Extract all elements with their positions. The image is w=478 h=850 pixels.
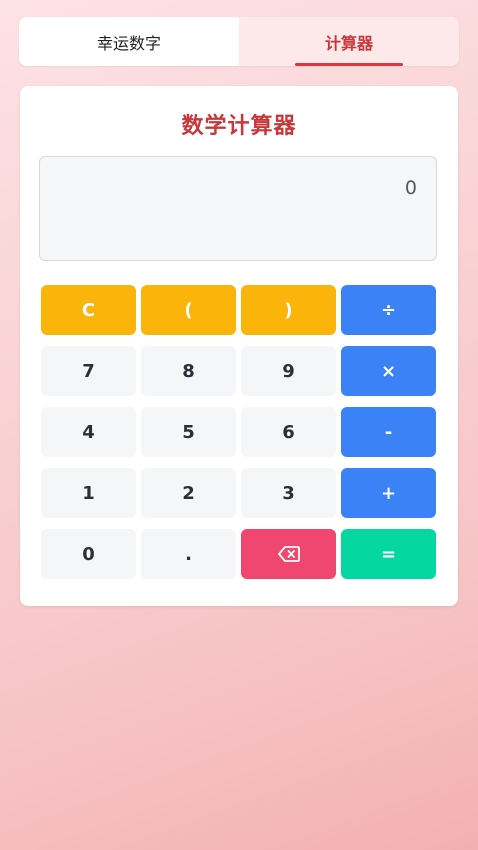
- right-paren-button[interactable]: ): [241, 285, 336, 335]
- subtract-button[interactable]: -: [341, 407, 436, 457]
- display-value: 0: [404, 177, 417, 199]
- decimal-button[interactable]: .: [141, 529, 236, 579]
- tab-lucky-numbers-label: 幸运数字: [96, 33, 161, 53]
- digit-6-button[interactable]: 6: [241, 407, 336, 457]
- left-paren-button[interactable]: (: [141, 285, 236, 335]
- digit-3-button[interactable]: 3: [241, 468, 336, 518]
- backspace-icon: [277, 546, 300, 562]
- tab-bar: 幸运数字 计算器: [19, 17, 459, 66]
- calculator-display: 0: [39, 156, 437, 261]
- digit-7-button[interactable]: 7: [41, 346, 136, 396]
- backspace-button[interactable]: [241, 529, 336, 579]
- digit-1-button[interactable]: 1: [41, 468, 136, 518]
- digit-2-button[interactable]: 2: [141, 468, 236, 518]
- digit-8-button[interactable]: 8: [141, 346, 236, 396]
- digit-5-button[interactable]: 5: [141, 407, 236, 457]
- digit-9-button[interactable]: 9: [241, 346, 336, 396]
- clear-button[interactable]: C: [41, 285, 136, 335]
- tab-lucky-numbers[interactable]: 幸运数字: [19, 17, 239, 66]
- calculator-card: 数学计算器 0 C ( ) ÷ 7 8 9 × 4 5 6 - 1 2 3 + …: [20, 86, 458, 606]
- tab-calculator-label: 计算器: [324, 33, 373, 53]
- active-tab-indicator: [295, 63, 403, 66]
- multiply-button[interactable]: ×: [341, 346, 436, 396]
- equals-button[interactable]: =: [341, 529, 436, 579]
- keypad: C ( ) ÷ 7 8 9 × 4 5 6 - 1 2 3 + 0 . =: [41, 285, 437, 579]
- digit-4-button[interactable]: 4: [41, 407, 136, 457]
- add-button[interactable]: +: [341, 468, 436, 518]
- divide-button[interactable]: ÷: [341, 285, 436, 335]
- calculator-title: 数学计算器: [181, 114, 297, 139]
- digit-0-button[interactable]: 0: [41, 529, 136, 579]
- tab-calculator[interactable]: 计算器: [239, 17, 459, 66]
